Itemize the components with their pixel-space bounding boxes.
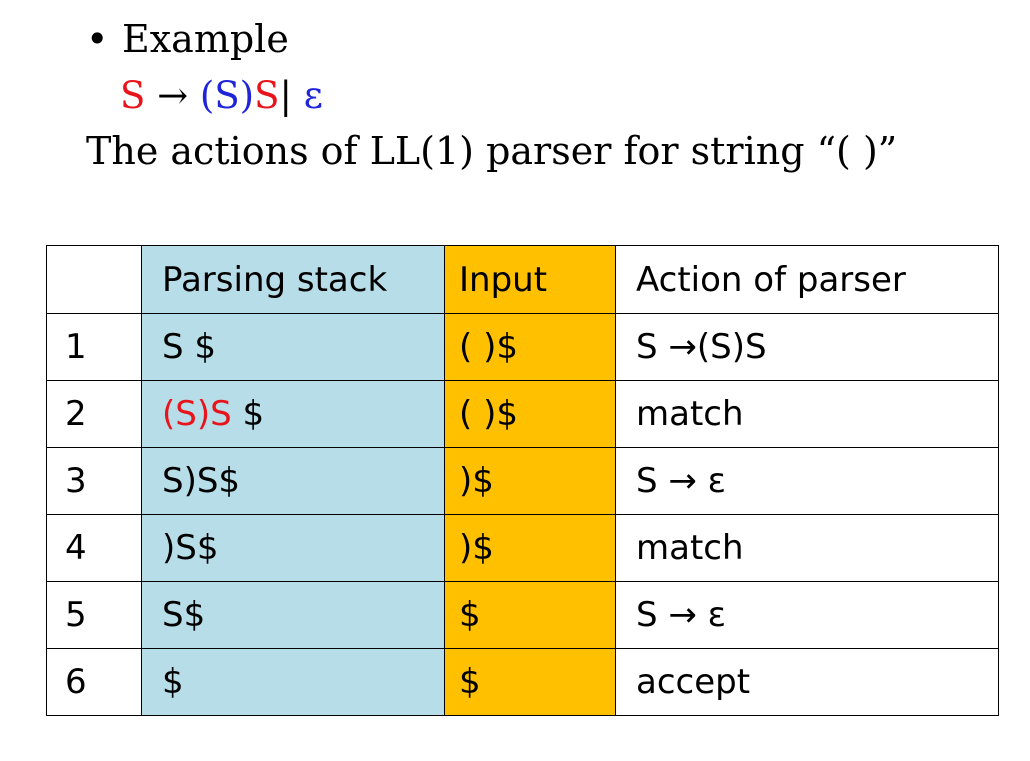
grammar-rule: S → (S)S| ε [120, 72, 323, 120]
stack-cell: $ [141, 648, 445, 716]
grammar-arrow: → [145, 74, 200, 117]
input-cell: $ [444, 648, 616, 716]
example-title: Example [122, 17, 289, 61]
header-input: Input [444, 245, 616, 314]
stack-text: $ [162, 662, 184, 702]
table-row: 6 $ $ accept [46, 648, 999, 716]
description: The actions of LL(1) parser for string “… [86, 129, 898, 173]
stack-highlight: (S)S [162, 394, 232, 434]
grammar-rhs-paren: (S) [199, 74, 255, 117]
input-cell: ( )$ [444, 380, 616, 448]
header-step [46, 245, 142, 314]
stack-cell: )S$ [141, 514, 445, 582]
table-row: 4 )S$ )$ match [46, 514, 999, 582]
action-cell: accept [615, 648, 999, 716]
grammar-bar: | [279, 74, 304, 117]
action-cell: S →(S)S [615, 313, 999, 381]
stack-text: S$ [162, 595, 206, 635]
parser-actions-table: Parsing stack Input Action of parser 1 S … [46, 245, 999, 716]
stack-cell: S)S$ [141, 447, 445, 515]
table-row: 3 S)S$ )$ S → ε [46, 447, 999, 515]
input-cell: )$ [444, 447, 616, 515]
stack-cell: S $ [141, 313, 445, 381]
grammar-lhs: S [120, 74, 146, 117]
step-cell: 6 [46, 648, 142, 716]
action-cell: S → ε [615, 447, 999, 515]
grammar-rhs-s: S [254, 74, 280, 117]
step-cell: 2 [46, 380, 142, 448]
table-row: 5 S$ $ S → ε [46, 581, 999, 649]
step-cell: 1 [46, 313, 142, 381]
stack-text: S)S$ [162, 461, 241, 501]
input-cell: $ [444, 581, 616, 649]
stack-text: S $ [162, 327, 217, 367]
step-cell: 4 [46, 514, 142, 582]
input-cell: ( )$ [444, 313, 616, 381]
example-heading: • Example [86, 14, 289, 64]
action-cell: match [615, 380, 999, 448]
step-cell: 5 [46, 581, 142, 649]
stack-text: )S$ [162, 528, 219, 568]
input-cell: )$ [444, 514, 616, 582]
stack-cell: S$ [141, 581, 445, 649]
stack-text: $ [231, 394, 265, 434]
grammar-epsilon: ε [303, 74, 323, 117]
table-row: 2 (S)S $( )$ match [46, 380, 999, 448]
table-row: 1 S $ ( )$ S →(S)S [46, 313, 999, 381]
action-cell: match [615, 514, 999, 582]
header-parsing-stack: Parsing stack [141, 245, 445, 314]
bullet-icon: • [86, 17, 109, 61]
table-header-row: Parsing stack Input Action of parser [46, 245, 999, 314]
header-action: Action of parser [615, 245, 999, 314]
step-cell: 3 [46, 447, 142, 515]
stack-cell: (S)S $ [141, 380, 445, 448]
action-cell: S → ε [615, 581, 999, 649]
